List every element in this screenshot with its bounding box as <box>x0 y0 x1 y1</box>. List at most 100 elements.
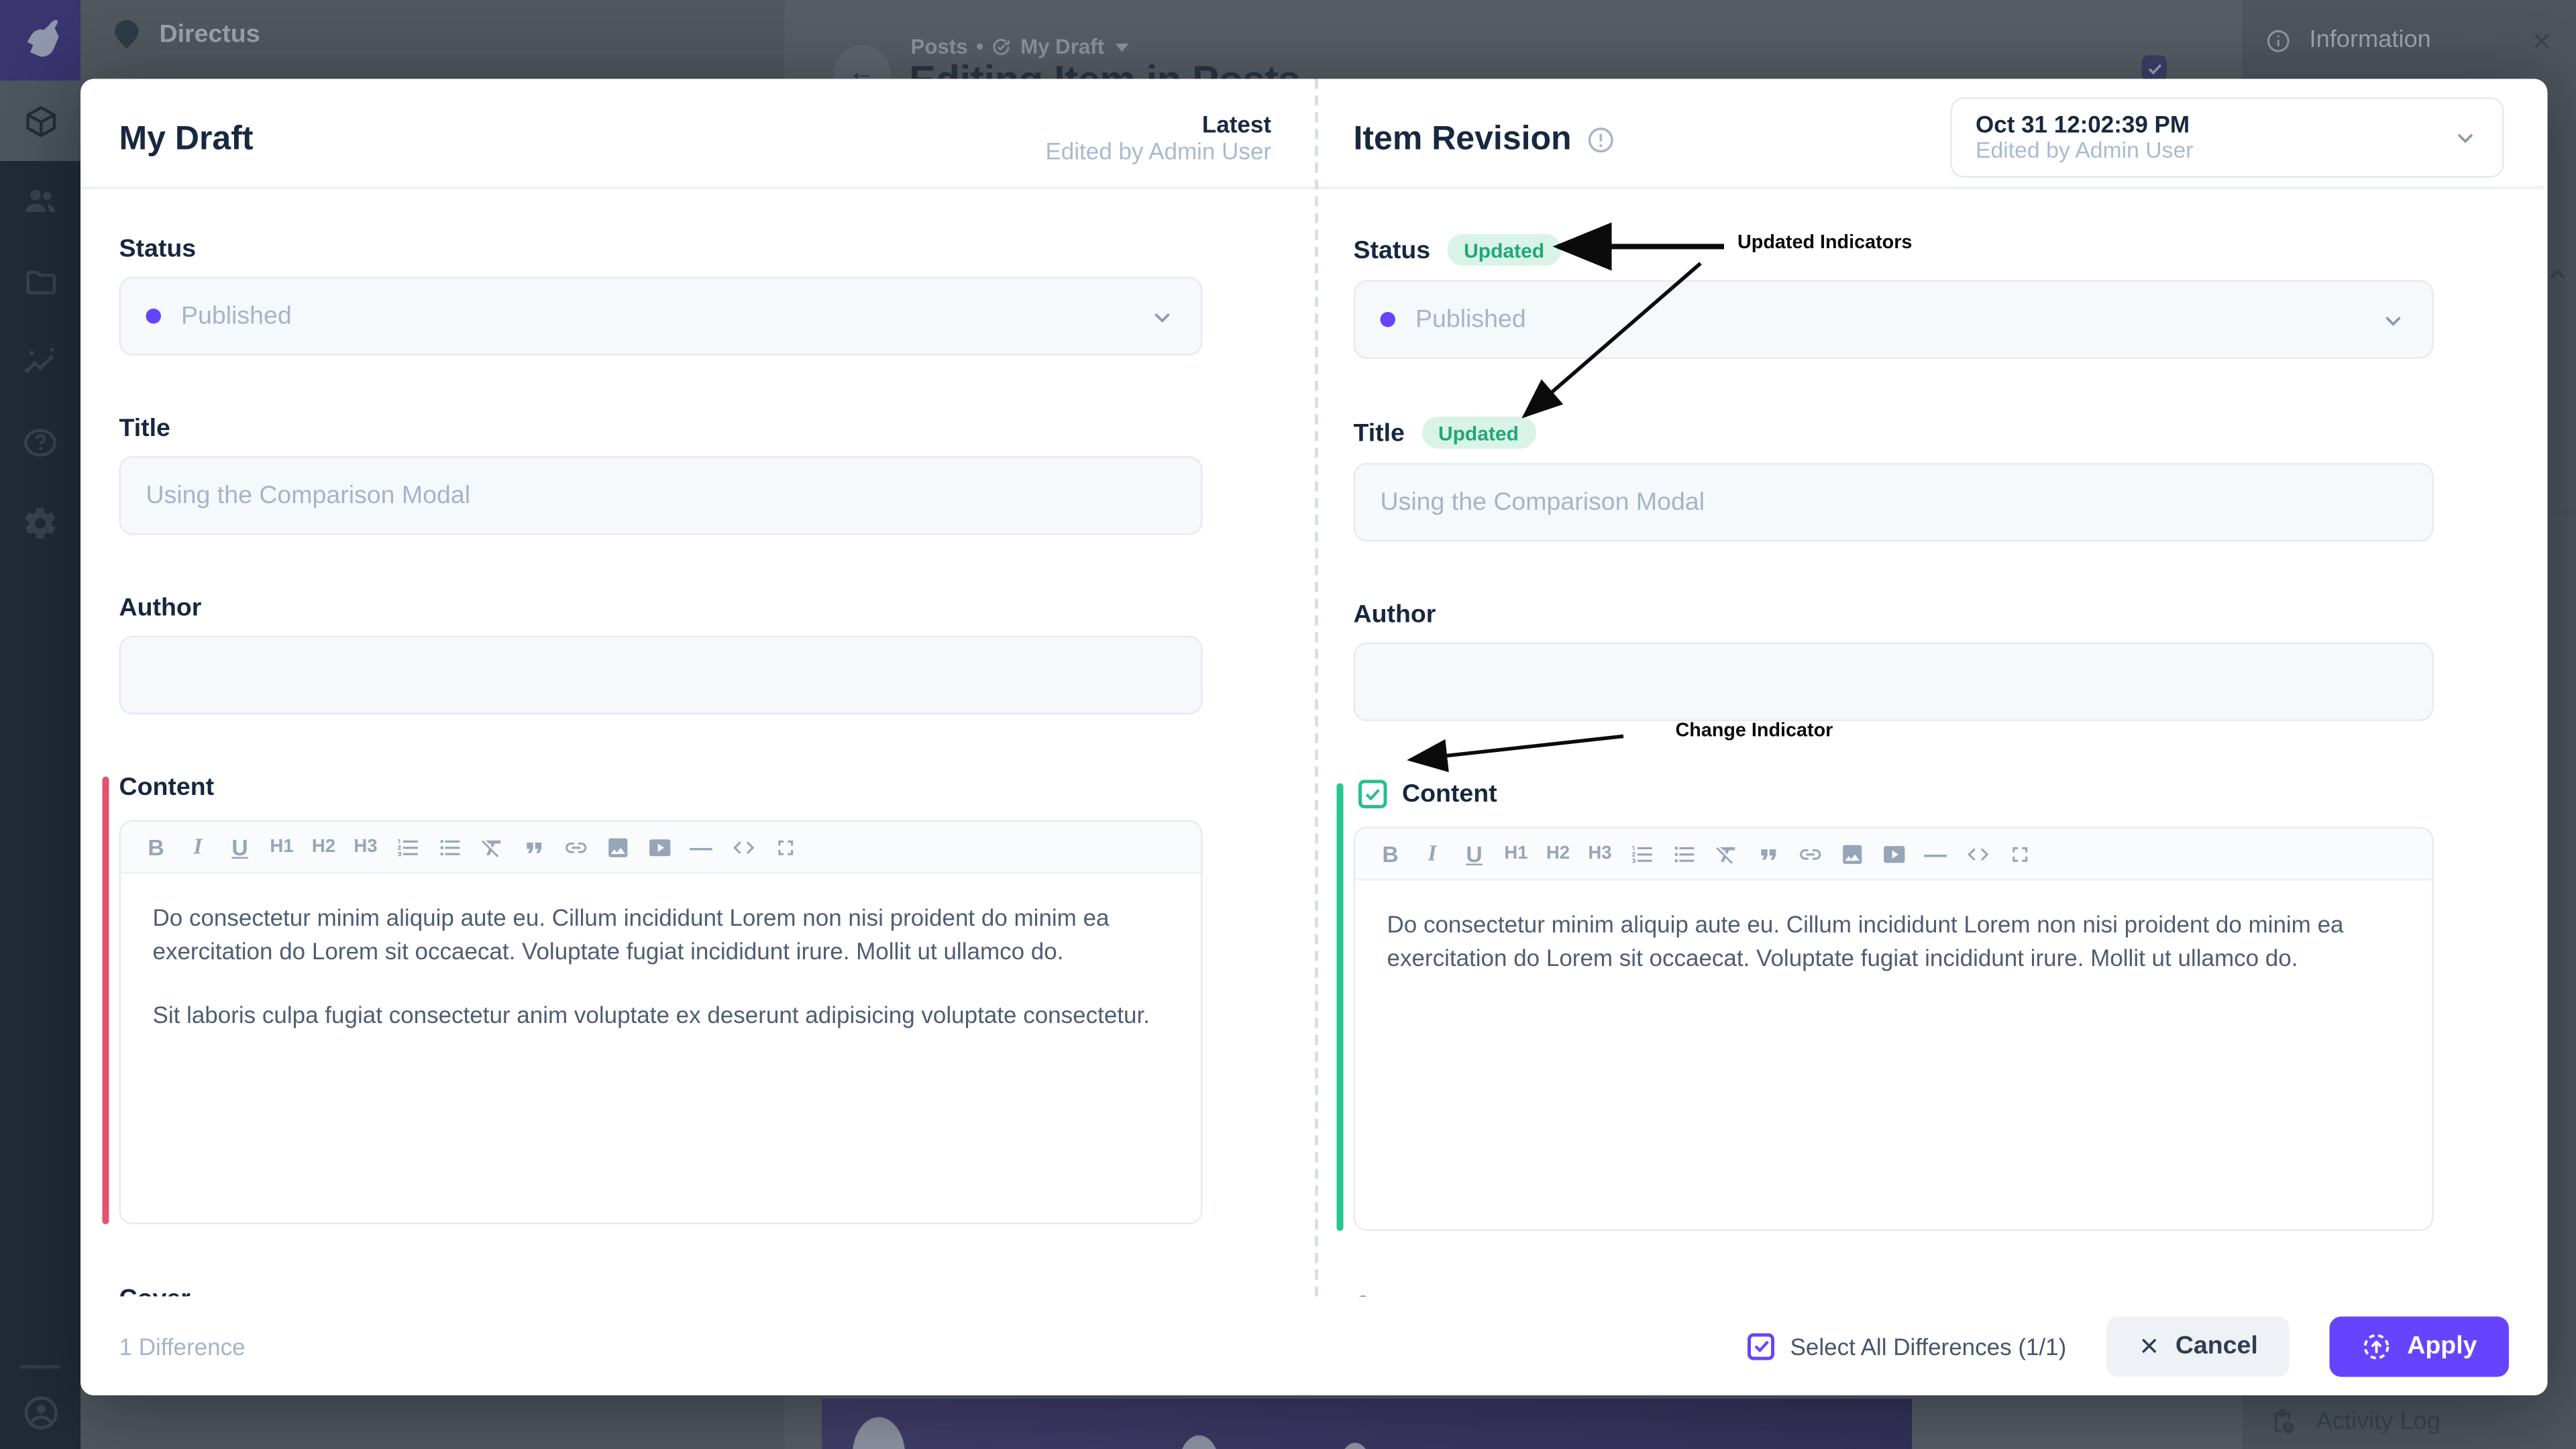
module-insights[interactable] <box>0 322 80 402</box>
status-field-label: Status <box>1354 237 1431 266</box>
link-icon[interactable] <box>557 827 594 867</box>
select-all-checkbox[interactable] <box>1748 1332 1775 1359</box>
blockquote-icon[interactable] <box>515 827 552 867</box>
activity-log-label: Activity Log <box>2316 1408 2440 1435</box>
revision-panel-header: Item Revision Oct 31 12:02:39 PM Edited … <box>1354 79 2434 190</box>
author-input <box>119 636 1203 715</box>
clear-format-icon[interactable] <box>473 827 510 867</box>
removed-indicator-bar <box>103 777 109 1225</box>
draft-meta-secondary: Edited by Admin User <box>1045 138 1271 164</box>
heading-1-icon[interactable]: H1 <box>1498 834 1535 874</box>
select-all-differences[interactable]: Select All Differences (1/1) <box>1748 1332 2066 1359</box>
status-value: Published <box>1415 305 1526 334</box>
directus-logo[interactable] <box>0 0 80 80</box>
apply-icon <box>2362 1331 2392 1361</box>
breadcrumb-version: My Draft <box>1020 36 1104 59</box>
link-icon[interactable] <box>1791 834 1828 874</box>
editor-body: Do consectetur minim aliquip aute eu. Ci… <box>1355 881 2432 1230</box>
apply-button[interactable]: Apply <box>2330 1316 2509 1376</box>
status-value: Published <box>181 302 292 331</box>
draft-panel-header: My Draft Latest Edited by Admin User <box>119 79 1203 190</box>
blockquote-icon[interactable] <box>1750 834 1786 874</box>
title-field-label: Title <box>1354 419 1405 448</box>
module-content[interactable] <box>0 80 80 161</box>
version-icon <box>992 37 1012 57</box>
module-users[interactable] <box>0 161 80 241</box>
status-dot-icon <box>1381 312 1396 327</box>
code-icon[interactable] <box>1959 834 1996 874</box>
bullet-list-icon[interactable] <box>431 827 468 867</box>
underline-icon[interactable]: U <box>1456 834 1493 874</box>
heading-2-icon[interactable]: H2 <box>305 827 342 867</box>
heading-3-icon[interactable]: H3 <box>347 827 384 867</box>
status-select: Published <box>119 277 1203 356</box>
chevron-down-icon <box>1116 43 1130 52</box>
title-updated-badge: Updated <box>1421 417 1536 449</box>
draft-panel-title: My Draft <box>119 121 254 160</box>
heading-3-icon[interactable]: H3 <box>1582 834 1619 874</box>
underline-icon[interactable]: U <box>221 827 258 867</box>
activity-log-row[interactable]: Activity Log <box>2243 1394 2576 1449</box>
code-icon[interactable] <box>724 827 761 867</box>
content-editor: BIUH1H2H3 — Do consectetur minim aliquip … <box>1354 827 2434 1232</box>
cover-image <box>822 1399 1912 1449</box>
clear-format-icon[interactable] <box>1707 834 1744 874</box>
horizontal-rule-icon[interactable]: — <box>683 827 720 867</box>
user-avatar[interactable] <box>0 1379 80 1446</box>
info-circle-icon <box>1587 126 1615 155</box>
module-files[interactable] <box>0 241 80 322</box>
content-paragraph: Do consectetur minim aliquip aute eu. Ci… <box>1387 909 2400 975</box>
insights-icon <box>22 344 59 381</box>
author-field-label: Author <box>1354 600 2434 629</box>
cancel-button[interactable]: Cancel <box>2106 1316 2290 1376</box>
title-field-label: Title <box>119 415 1203 443</box>
status-dot-icon <box>146 309 162 324</box>
close-icon[interactable] <box>2531 30 2553 52</box>
fullscreen-icon[interactable] <box>767 827 804 867</box>
close-icon <box>2139 1335 2161 1357</box>
bold-icon[interactable]: B <box>138 827 174 867</box>
chevron-down-icon <box>2380 306 2407 333</box>
content-paragraph: Do consectetur minim aliquip aute eu. Ci… <box>153 902 1169 968</box>
revision-editor: Edited by Admin User <box>1976 138 2194 164</box>
author-input <box>1354 643 2434 722</box>
image-icon[interactable] <box>599 827 636 867</box>
content-editor: BIUH1H2H3 — Do consectetur minim aliquip … <box>119 820 1203 1225</box>
heading-2-icon[interactable]: H2 <box>1540 834 1576 874</box>
content-change-checkbox[interactable] <box>1358 780 1387 809</box>
editor-body: Do consectetur minim aliquip aute eu. Ci… <box>121 874 1201 1223</box>
video-icon[interactable] <box>641 827 678 867</box>
module-bar <box>0 0 80 1449</box>
breadcrumb[interactable]: Posts • My Draft <box>911 36 1130 59</box>
folder-icon <box>23 264 58 300</box>
revision-panel: Item Revision Oct 31 12:02:39 PM Edited … <box>1318 79 2544 1297</box>
author-field-label: Author <box>119 594 1203 623</box>
title-input: Using the Comparison Modal <box>1354 463 2434 542</box>
screen: Information Activity Log <box>0 0 2576 1449</box>
ordered-list-icon[interactable] <box>389 827 426 867</box>
fullscreen-icon[interactable] <box>2001 834 2038 874</box>
revision-selector[interactable]: Oct 31 12:02:39 PM Edited by Admin User <box>1951 97 2504 178</box>
bullet-list-icon[interactable] <box>1666 834 1703 874</box>
heading-1-icon[interactable]: H1 <box>264 827 301 867</box>
module-settings[interactable] <box>0 483 80 564</box>
italic-icon[interactable]: I <box>180 827 217 867</box>
breadcrumb-separator: • <box>976 36 983 59</box>
info-sidebar-header: Information <box>2243 0 2576 80</box>
chevron-up-icon[interactable] <box>2546 264 2569 287</box>
project-chooser[interactable]: Directus <box>114 20 260 49</box>
italic-icon[interactable]: I <box>1414 834 1451 874</box>
title-value: Using the Comparison Modal <box>146 482 471 511</box>
account-icon <box>21 1393 60 1432</box>
horizontal-rule-icon[interactable]: — <box>1917 834 1954 874</box>
image-icon[interactable] <box>1833 834 1870 874</box>
module-docs[interactable] <box>0 402 80 483</box>
breadcrumb-collection: Posts <box>911 36 968 59</box>
ordered-list-icon[interactable] <box>1623 834 1660 874</box>
video-icon[interactable] <box>1875 834 1912 874</box>
chevron-down-icon <box>1149 303 1176 329</box>
project-logo-icon <box>114 20 140 49</box>
content-field-label: Content <box>1402 780 1497 809</box>
bold-icon[interactable]: B <box>1372 834 1409 874</box>
save-button[interactable] <box>2142 56 2167 81</box>
